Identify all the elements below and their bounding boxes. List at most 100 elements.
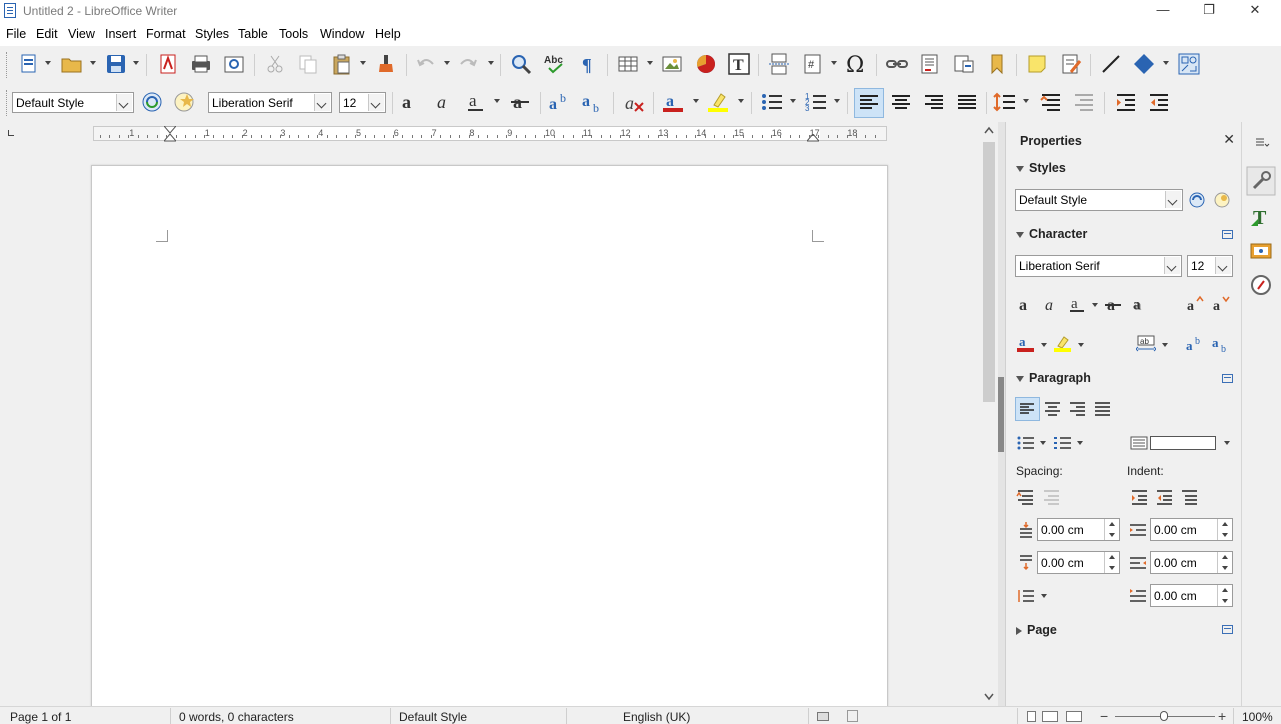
scroll-up-icon[interactable] xyxy=(984,126,994,134)
spin-buttons[interactable] xyxy=(1217,585,1232,606)
paragraph-style-combo[interactable]: Default Style xyxy=(12,92,134,113)
toolbar-grip[interactable] xyxy=(6,52,9,78)
menu-table[interactable]: Table xyxy=(238,27,268,41)
line-spacing-icon[interactable] xyxy=(1016,587,1036,605)
spacing-dropdown-arrow[interactable] xyxy=(1162,343,1168,347)
bold-icon[interactable]: a xyxy=(398,90,422,114)
copy-icon[interactable] xyxy=(296,52,320,76)
book-view-icon[interactable] xyxy=(1066,711,1082,722)
draw-functions-icon[interactable] xyxy=(1177,52,1201,76)
character-panel-header[interactable]: Character xyxy=(1016,227,1087,241)
selection-mode-icon[interactable] xyxy=(817,712,829,721)
export-pdf-icon[interactable] xyxy=(156,52,180,76)
increase-font-size-icon[interactable]: a xyxy=(1185,295,1205,313)
page-style-status[interactable]: Default Style xyxy=(399,710,467,724)
redo-icon[interactable] xyxy=(456,52,480,76)
spin-buttons[interactable] xyxy=(1104,552,1119,573)
sidebar-menu-icon[interactable] xyxy=(1246,134,1276,150)
numbering-dropdown-arrow[interactable] xyxy=(1077,441,1083,445)
track-changes-icon[interactable] xyxy=(1059,52,1083,76)
shapes-dropdown-arrow[interactable] xyxy=(1163,61,1169,65)
undo-icon[interactable] xyxy=(414,52,438,76)
above-spacing-spinbox[interactable]: 0.00 cm xyxy=(1037,518,1120,541)
insert-field-icon[interactable]: # xyxy=(801,52,825,76)
new-document-icon[interactable] xyxy=(17,52,41,76)
after-indent-spinbox[interactable]: 0.00 cm xyxy=(1150,551,1233,574)
highlight-dropdown-arrow[interactable] xyxy=(1078,343,1084,347)
insert-comment-icon[interactable] xyxy=(1025,52,1049,76)
font-color-icon[interactable]: a xyxy=(1016,334,1036,352)
sidebar-style-combo[interactable]: Default Style xyxy=(1015,189,1183,211)
strikethrough-icon[interactable]: a xyxy=(1104,295,1124,313)
sidebar-font-size-combo[interactable]: 12 xyxy=(1187,255,1233,277)
decrease-font-size-icon[interactable]: a xyxy=(1211,295,1231,313)
clone-formatting-brush-icon[interactable] xyxy=(374,52,398,76)
align-left-icon[interactable] xyxy=(1015,397,1040,421)
font-color-dropdown-arrow[interactable] xyxy=(693,99,699,103)
insert-image-icon[interactable] xyxy=(660,52,684,76)
insert-chart-icon[interactable] xyxy=(694,52,718,76)
numbered-list-icon[interactable]: 123 xyxy=(804,90,828,114)
styles-icon[interactable]: T xyxy=(1246,202,1276,232)
subscript-icon[interactable]: ab xyxy=(1211,334,1231,352)
scroll-down-icon[interactable] xyxy=(984,693,994,701)
restore-button[interactable]: ❐ xyxy=(1186,0,1232,22)
paste-dropdown-arrow[interactable] xyxy=(360,61,366,65)
menu-format[interactable]: Format xyxy=(146,27,186,41)
page-count-status[interactable]: Page 1 of 1 xyxy=(10,710,71,724)
paragraph-background-icon[interactable] xyxy=(1130,434,1150,452)
menu-edit[interactable]: Edit xyxy=(36,27,58,41)
open-folder-icon[interactable] xyxy=(60,52,84,76)
menu-insert[interactable]: Insert xyxy=(105,27,136,41)
superscript-icon[interactable]: ab xyxy=(1185,334,1205,352)
chevron-down-icon[interactable] xyxy=(116,94,132,111)
below-spacing-spinbox[interactable]: 0.00 cm xyxy=(1037,551,1120,574)
numbered-list-icon[interactable] xyxy=(1053,434,1073,452)
insert-table-icon[interactable] xyxy=(616,52,640,76)
insert-footnote-icon[interactable] xyxy=(918,52,942,76)
line-spacing-dropdown-arrow[interactable] xyxy=(1041,594,1047,598)
open-dropdown-arrow[interactable] xyxy=(90,61,96,65)
numbering-dropdown-arrow[interactable] xyxy=(834,99,840,103)
line-spacing-icon[interactable] xyxy=(993,90,1017,114)
insert-page-break-icon[interactable] xyxy=(767,52,791,76)
cut-scissors-icon[interactable] xyxy=(263,52,287,76)
menu-styles[interactable]: Styles xyxy=(195,27,229,41)
zoom-in-icon[interactable]: + xyxy=(1218,708,1226,724)
menu-view[interactable]: View xyxy=(68,27,95,41)
formatting-marks-pilcrow-icon[interactable]: ¶ xyxy=(577,52,601,76)
update-style-icon[interactable] xyxy=(1187,191,1207,209)
bullet-list-icon[interactable] xyxy=(1016,434,1036,452)
menu-help[interactable]: Help xyxy=(375,27,401,41)
bullet-list-icon[interactable] xyxy=(760,90,784,114)
font-color-dropdown-arrow[interactable] xyxy=(1041,343,1047,347)
align-center-icon[interactable] xyxy=(889,90,913,114)
highlight-color-icon[interactable] xyxy=(1053,334,1073,352)
document-page[interactable] xyxy=(91,165,888,706)
spin-buttons[interactable] xyxy=(1104,519,1119,540)
italic-icon[interactable]: a xyxy=(432,90,456,114)
page-more-options-icon[interactable] xyxy=(1222,625,1233,634)
undo-dropdown-arrow[interactable] xyxy=(444,61,450,65)
italic-icon[interactable]: a xyxy=(1042,295,1062,313)
highlight-color-icon[interactable] xyxy=(706,90,730,114)
close-window-button[interactable]: ✕ xyxy=(1232,0,1278,22)
chevron-down-icon[interactable] xyxy=(1164,257,1180,274)
properties-wrench-icon[interactable] xyxy=(1246,166,1276,196)
find-replace-icon[interactable] xyxy=(509,52,533,76)
vertical-scrollbar[interactable] xyxy=(980,122,998,706)
sidebar-splitter[interactable] xyxy=(998,122,1005,706)
new-dropdown-arrow[interactable] xyxy=(45,61,51,65)
zoom-out-icon[interactable]: − xyxy=(1100,708,1108,724)
spin-buttons[interactable] xyxy=(1217,519,1232,540)
align-right-icon[interactable] xyxy=(1068,400,1088,418)
chevron-down-icon[interactable] xyxy=(1165,191,1181,208)
menu-window[interactable]: Window xyxy=(320,27,364,41)
scrollbar-thumb[interactable] xyxy=(983,142,995,402)
underline-dropdown-arrow[interactable] xyxy=(494,99,500,103)
decrease-paragraph-spacing-icon[interactable] xyxy=(1042,488,1062,506)
bullets-dropdown-arrow[interactable] xyxy=(790,99,796,103)
navigator-compass-icon[interactable] xyxy=(1246,270,1276,300)
insert-text-box-icon[interactable]: T xyxy=(727,52,751,76)
align-center-icon[interactable] xyxy=(1043,400,1063,418)
